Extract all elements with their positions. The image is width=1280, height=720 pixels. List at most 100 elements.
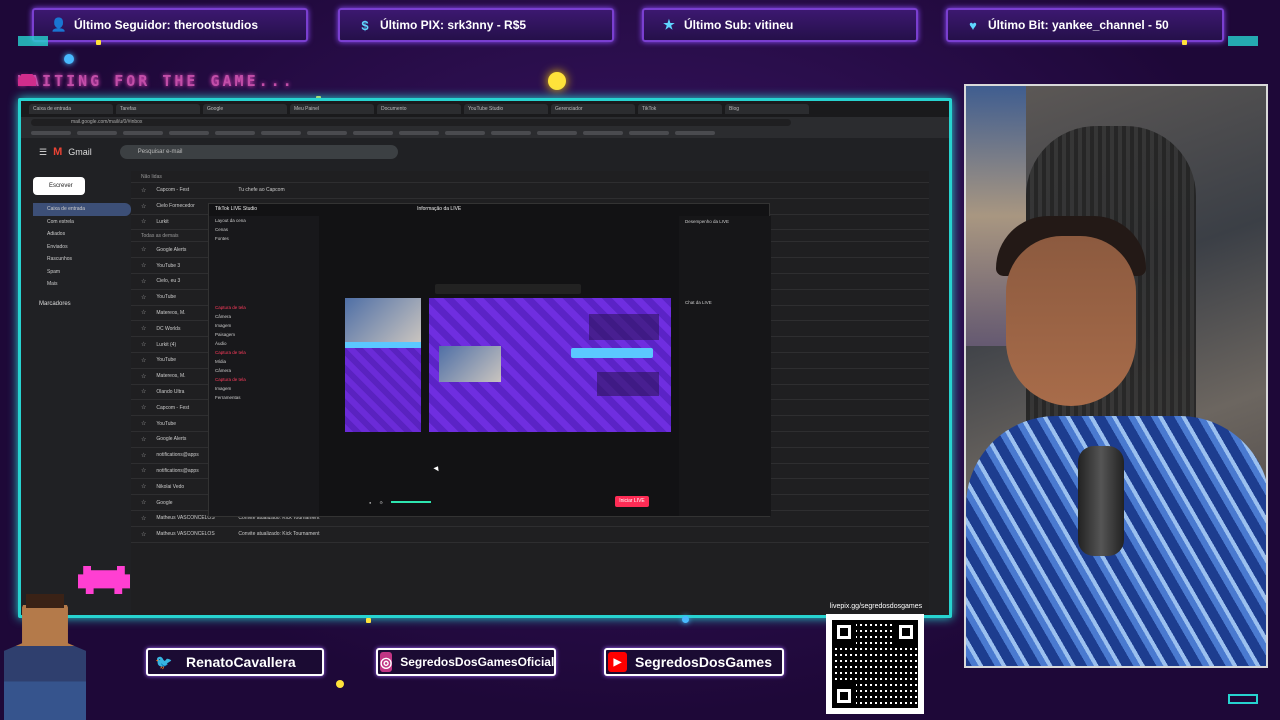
scene-source-item[interactable]: Paisagem xyxy=(209,330,319,339)
alert-last-bit: ♥ Último Bit: yankee_channel - 50 xyxy=(946,8,1224,42)
sidebar-item-sent[interactable]: Enviados xyxy=(33,241,131,254)
table-row[interactable]: ☆ Capcom - Fest Tu chefe ao Capcom xyxy=(131,183,929,199)
scene-source-item[interactable]: Imagem xyxy=(209,384,319,393)
star-icon[interactable]: ☆ xyxy=(141,309,146,316)
social-twitter[interactable]: 🐦 RenatoCavallera xyxy=(146,648,324,676)
alert-last-sub: ★ Último Sub: vitineu xyxy=(642,8,918,42)
sidebar-item-spam[interactable]: Spam xyxy=(33,266,131,279)
browser-tabs: Caixa de entrada Tarefas Google Meu Pain… xyxy=(21,101,949,117)
star-icon[interactable]: ☆ xyxy=(141,341,146,348)
scene-source-item[interactable]: Layout da cena xyxy=(209,216,319,225)
star-icon[interactable]: ☆ xyxy=(141,373,146,380)
star-icon[interactable]: ☆ xyxy=(141,294,146,301)
email-sender: Matheus VASCONCELOS xyxy=(156,531,215,538)
mic-icon[interactable]: ● xyxy=(369,500,371,505)
menu-icon[interactable]: ☰ xyxy=(39,147,47,158)
star-icon[interactable]: ☆ xyxy=(141,278,146,285)
corner-decoration xyxy=(1228,36,1258,46)
corner-decoration xyxy=(18,36,48,46)
scene-source-item[interactable]: Câmera xyxy=(209,366,319,375)
pixel-dot xyxy=(1182,40,1187,45)
social-handle: SegredosDosGames xyxy=(635,654,772,670)
camera-source xyxy=(439,346,501,382)
social-youtube[interactable]: ▶ SegredosDosGames xyxy=(604,648,784,676)
live-chat-title: Chat da LIVE xyxy=(685,300,712,305)
gmail-sidebar: Escrever Caixa de entrada Com estrela Ad… xyxy=(21,171,131,615)
streamer-face xyxy=(1006,236,1136,406)
browser-tab[interactable]: Tarefas xyxy=(116,104,200,114)
scene-source-item[interactable]: Imagem xyxy=(209,321,319,330)
star-icon[interactable]: ☆ xyxy=(141,388,146,395)
glow-dot xyxy=(64,54,74,64)
social-handle: SegredosDosGamesOficial xyxy=(400,655,555,669)
scene-source-item[interactable]: Mídia xyxy=(209,357,319,366)
gmail-logo[interactable]: ☰ M Gmail xyxy=(39,146,92,158)
star-icon[interactable]: ☆ xyxy=(141,404,146,411)
scene-source-item[interactable]: Captura de tela xyxy=(209,375,319,384)
waiting-banner: WAITING FOR THE GAME... xyxy=(18,72,295,90)
go-live-button[interactable]: Iniciar LIVE xyxy=(615,496,649,507)
scene-source-item[interactable]: Cenas xyxy=(209,225,319,234)
preview-toolbar[interactable] xyxy=(435,284,581,294)
star-icon[interactable]: ☆ xyxy=(141,203,146,210)
social-instagram[interactable]: ◎ SegredosDosGamesOficial xyxy=(376,648,556,676)
browser-tab[interactable]: Blog xyxy=(725,104,809,114)
alert-label: Último Seguidor: therootstudios xyxy=(74,18,258,32)
star-icon[interactable]: ☆ xyxy=(141,531,146,538)
scene-source-item[interactable]: Ferramentas xyxy=(209,393,319,402)
sidebar-item-more[interactable]: Mais xyxy=(33,278,131,291)
compose-button[interactable]: Escrever xyxy=(33,177,85,195)
star-icon[interactable]: ☆ xyxy=(141,218,146,225)
webcam-feed xyxy=(964,84,1268,668)
camera-source xyxy=(345,298,421,342)
overlay-chip xyxy=(571,348,653,358)
settings-icon[interactable]: ⚙ xyxy=(379,500,383,505)
space-invader-icon xyxy=(18,74,36,86)
scene-source-item[interactable]: Fontes xyxy=(209,234,319,243)
sidebar-item-snoozed[interactable]: Adiados xyxy=(33,228,131,241)
alert-label: Último Bit: yankee_channel - 50 xyxy=(988,18,1169,32)
user-icon: 👤 xyxy=(50,17,68,32)
star-icon[interactable]: ☆ xyxy=(141,262,146,269)
star-icon[interactable]: ☆ xyxy=(141,499,146,506)
section-unread: Não lidas xyxy=(131,171,929,183)
email-subject: Tu chefe ao Capcom xyxy=(238,187,285,194)
scene-source-item[interactable]: Captura de tela xyxy=(209,348,319,357)
browser-tab[interactable]: Google xyxy=(203,104,287,114)
star-icon[interactable]: ☆ xyxy=(141,436,146,443)
scene-source-item[interactable]: Áudio xyxy=(209,339,319,348)
star-icon[interactable]: ☆ xyxy=(141,246,146,253)
alert-label: Último Sub: vitineu xyxy=(684,18,794,32)
star-icon[interactable]: ☆ xyxy=(141,515,146,522)
star-icon[interactable]: ☆ xyxy=(141,467,146,474)
address-bar[interactable]: mail.google.com/mail/u/0/#inbox xyxy=(31,119,791,126)
tiktok-center-title: Informação da LIVE xyxy=(417,206,462,212)
browser-tab[interactable]: Documento xyxy=(377,104,461,114)
star-icon[interactable]: ☆ xyxy=(141,357,146,364)
audio-slider[interactable] xyxy=(391,501,432,503)
scene-source-item[interactable]: Captura de tela xyxy=(209,303,319,312)
star-icon[interactable]: ☆ xyxy=(141,452,146,459)
alerts-bar: 👤 Último Seguidor: therootstudios $ Últi… xyxy=(0,8,1280,44)
star-icon[interactable]: ☆ xyxy=(141,325,146,332)
sidebar-item-starred[interactable]: Com estrela xyxy=(33,216,131,229)
sidebar-item-inbox[interactable]: Caixa de entrada xyxy=(33,203,131,216)
browser-tab[interactable]: Caixa de entrada xyxy=(29,104,113,114)
qr-label: livepix.gg/segredosdosgames xyxy=(829,603,923,610)
gmail-search-input[interactable]: Pesquisar e-mail xyxy=(119,145,398,159)
qr-code[interactable] xyxy=(826,614,924,714)
star-icon[interactable]: ☆ xyxy=(141,483,146,490)
star-icon[interactable]: ☆ xyxy=(141,420,146,427)
star-icon[interactable]: ☆ xyxy=(141,187,146,194)
overlay-bar xyxy=(345,342,421,348)
email-sender: Capcom - Fest xyxy=(156,187,190,194)
main-preview[interactable] xyxy=(429,298,671,432)
browser-tab[interactable]: Meu Painel xyxy=(290,104,374,114)
scene-source-item[interactable]: Câmera xyxy=(209,312,319,321)
browser-tab[interactable]: Gerenciador xyxy=(551,104,635,114)
youtube-icon: ▶ xyxy=(608,652,628,672)
browser-tab[interactable]: YouTube Studio xyxy=(464,104,548,114)
browser-tab[interactable]: TikTok xyxy=(638,104,722,114)
sidebar-item-drafts[interactable]: Rascunhos xyxy=(33,253,131,266)
table-row[interactable]: ☆ Matheus VASCONCELOS Convite atualizado: … xyxy=(131,527,929,543)
